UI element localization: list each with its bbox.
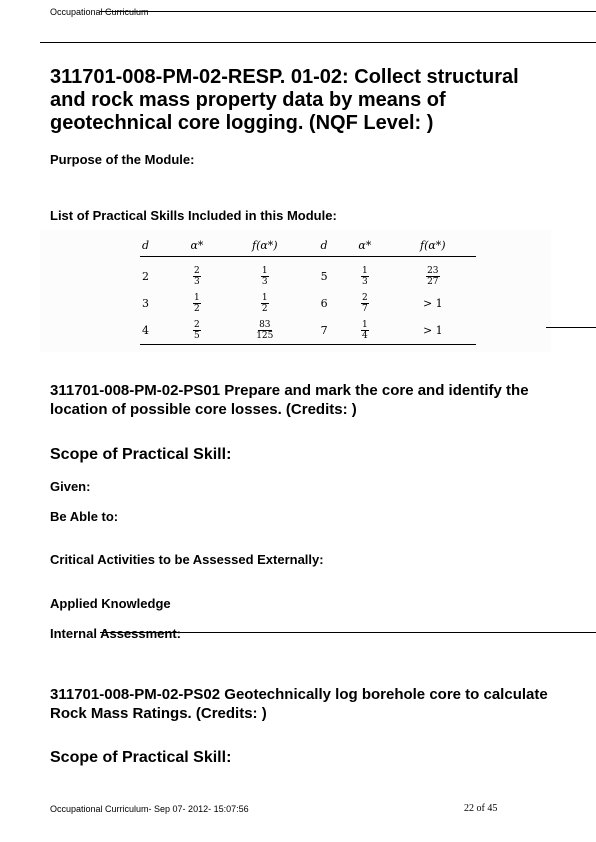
fraction: 13 <box>260 266 269 287</box>
col-header: α* <box>340 234 390 257</box>
ps01-scope-heading: Scope of Practical Skill: <box>50 446 232 463</box>
table-cell: 23 27 <box>390 257 476 291</box>
table-cell: 23 <box>172 257 221 291</box>
able-label: Be Able to: <box>50 509 119 524</box>
footer-text: Occupational Curriculum- Sep 07- 2012- 1… <box>50 804 249 814</box>
page-header: Occupational Curriculum <box>50 7 149 17</box>
module-title: 311701-008-PM-02-RESP. 01-02: Collect st… <box>50 66 519 134</box>
fraction: 23 <box>193 266 201 287</box>
table-cell: > 1 <box>389 317 476 345</box>
math-table-image: d α* f(α*) d α* f(α*) 2 2 3 1 3 5 1 3 23 27 3 1 2 1 2 6… <box>40 230 551 352</box>
table-cell: 6 <box>320 297 328 310</box>
table-cell: > 1 <box>422 297 443 310</box>
fraction: 12 <box>260 293 269 314</box>
fraction: 12 <box>193 293 201 314</box>
table-cell: 13 <box>340 257 389 291</box>
internal-label: Internal Assessment: <box>50 626 182 641</box>
table-cell: 5 <box>320 270 328 283</box>
fraction: 27 <box>361 293 369 314</box>
page-number: 22 of 45 <box>464 803 498 814</box>
col-header: α* <box>172 234 222 257</box>
fraction: 83 125 <box>256 320 274 341</box>
table-cell: 13 <box>222 257 308 291</box>
table-cell: 14 <box>340 317 390 345</box>
ps02-scope-heading: Scope of Practical Skill: <box>50 749 232 766</box>
ps01-title: 311701-008-PM-02-PS01 Prepare and mark t… <box>50 382 529 418</box>
given-label: Given: <box>50 479 91 494</box>
table-cell: 25 <box>172 317 222 345</box>
fraction: 14 <box>361 320 369 341</box>
col-header: d <box>140 234 173 257</box>
applied-label: Applied Knowledge <box>50 596 171 611</box>
table-cell: 7 <box>307 317 341 345</box>
fraction: 23 27 <box>426 266 440 287</box>
section-rule <box>40 42 596 43</box>
table-row: 3 1 2 1 2 6 2 7 > 1 <box>140 290 476 317</box>
table-cell: 2 <box>142 270 149 283</box>
table-cell: 83 125 <box>221 317 308 345</box>
table-cell: 12 <box>222 290 308 317</box>
col-header: f(α*) <box>221 234 308 257</box>
ps02-title: 311701-008-PM-02-PS02 Geotechnically log… <box>50 686 548 722</box>
table-row: 4 2 5 83 125 7 1 4 > 1 <box>140 317 476 345</box>
table-row: 2 2 3 1 3 5 1 3 23 27 <box>140 257 476 291</box>
col-header: d <box>307 234 341 257</box>
header-rule <box>100 11 596 12</box>
critical-label: Critical Activities to be Assessed Exter… <box>50 552 324 567</box>
table-cell: 3 <box>142 297 149 310</box>
table-cell: 27 <box>340 290 389 317</box>
right-rule <box>546 327 596 328</box>
table-cell: 12 <box>172 290 221 317</box>
table-header-row: d α* f(α*) d α* f(α*) <box>140 234 476 257</box>
table-cell: 4 <box>140 317 173 345</box>
internal-rule <box>100 632 596 633</box>
fraction: 13 <box>361 266 369 287</box>
data-table: d α* f(α*) d α* f(α*) 2 2 3 1 3 5 1 3 23 27 3 1 2 1 2 6… <box>140 234 476 345</box>
fraction: 25 <box>193 320 201 341</box>
col-header: f(α*) <box>389 234 476 257</box>
skills-label: List of Practical Skills Included in thi… <box>50 208 337 223</box>
purpose-label: Purpose of the Module: <box>50 152 195 167</box>
